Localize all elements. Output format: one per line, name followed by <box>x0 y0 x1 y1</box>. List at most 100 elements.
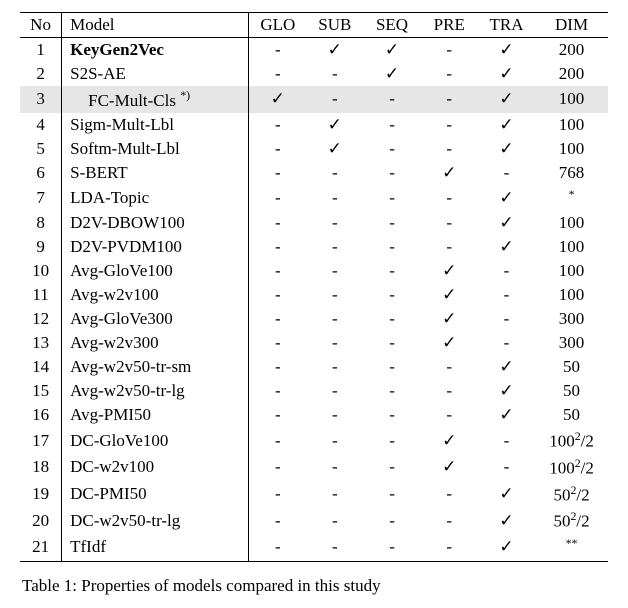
cell-model: D2V-PVDM100 <box>62 235 249 259</box>
cell-seq: - <box>363 307 420 331</box>
cell-dim: ** <box>535 534 608 561</box>
table-row: 2S2S-AE--✓-✓200 <box>20 62 608 86</box>
cell-sub: - <box>306 355 363 379</box>
cell-pre: - <box>421 355 478 379</box>
cell-model: FC-Mult-Cls *) <box>62 86 249 113</box>
cell-model: Avg-w2v300 <box>62 331 249 355</box>
cell-sub: - <box>306 481 363 508</box>
cell-no: 13 <box>20 331 62 355</box>
cell-seq: - <box>363 331 420 355</box>
header-pre: PRE <box>421 13 478 38</box>
header-model: Model <box>62 13 249 38</box>
cell-tra: ✓ <box>478 534 535 561</box>
cell-sub: - <box>306 507 363 534</box>
cell-glo: - <box>249 235 306 259</box>
cell-dim: 200 <box>535 38 608 63</box>
cell-glo: - <box>249 307 306 331</box>
cell-sub: - <box>306 403 363 427</box>
cell-no: 20 <box>20 507 62 534</box>
cell-model: DC-w2v100 <box>62 454 249 481</box>
cell-dim: 768 <box>535 161 608 185</box>
cell-tra: ✓ <box>478 86 535 113</box>
cell-tra: ✓ <box>478 235 535 259</box>
cell-model: D2V-DBOW100 <box>62 211 249 235</box>
cell-sub: - <box>306 161 363 185</box>
cell-tra: ✓ <box>478 137 535 161</box>
cell-model: Avg-PMI50 <box>62 403 249 427</box>
cell-seq: - <box>363 427 420 454</box>
cell-model: S-BERT <box>62 161 249 185</box>
cell-model: DC-PMI50 <box>62 481 249 508</box>
table-row: 5Softm-Mult-Lbl-✓--✓100 <box>20 137 608 161</box>
cell-model: Avg-GloVe300 <box>62 307 249 331</box>
model-properties-table: No Model GLO SUB SEQ PRE TRA DIM 1KeyGen… <box>20 12 608 562</box>
cell-model: Avg-w2v100 <box>62 283 249 307</box>
header-tra: TRA <box>478 13 535 38</box>
cell-glo: - <box>249 259 306 283</box>
cell-glo: - <box>249 534 306 561</box>
table-row: 9D2V-PVDM100----✓100 <box>20 235 608 259</box>
cell-model: KeyGen2Vec <box>62 38 249 63</box>
cell-model: LDA-Topic <box>62 185 249 212</box>
cell-glo: - <box>249 481 306 508</box>
cell-glo: - <box>249 454 306 481</box>
cell-tra: ✓ <box>478 507 535 534</box>
cell-pre: ✓ <box>421 283 478 307</box>
cell-pre: ✓ <box>421 454 478 481</box>
cell-dim: 1002/2 <box>535 454 608 481</box>
table-row: 13Avg-w2v300---✓-300 <box>20 331 608 355</box>
cell-dim: 50 <box>535 403 608 427</box>
cell-model: Avg-w2v50-tr-lg <box>62 379 249 403</box>
cell-pre: - <box>421 62 478 86</box>
cell-glo: - <box>249 283 306 307</box>
cell-dim: 100 <box>535 235 608 259</box>
cell-no: 1 <box>20 38 62 63</box>
cell-tra: ✓ <box>478 185 535 212</box>
cell-seq: - <box>363 161 420 185</box>
table-row: 19DC-PMI50----✓502/2 <box>20 481 608 508</box>
cell-tra: ✓ <box>478 62 535 86</box>
cell-tra: ✓ <box>478 113 535 137</box>
cell-sub: - <box>306 427 363 454</box>
cell-glo: - <box>249 211 306 235</box>
cell-sub: - <box>306 534 363 561</box>
table-row: 18DC-w2v100---✓-1002/2 <box>20 454 608 481</box>
cell-dim: 100 <box>535 259 608 283</box>
cell-tra: - <box>478 161 535 185</box>
cell-sub: - <box>306 307 363 331</box>
cell-glo: - <box>249 427 306 454</box>
cell-glo: - <box>249 507 306 534</box>
cell-sub: - <box>306 235 363 259</box>
cell-dim: 100 <box>535 211 608 235</box>
cell-seq: - <box>363 137 420 161</box>
cell-pre: - <box>421 38 478 63</box>
cell-sub: - <box>306 454 363 481</box>
cell-no: 2 <box>20 62 62 86</box>
cell-no: 21 <box>20 534 62 561</box>
cell-pre: - <box>421 113 478 137</box>
cell-sub: - <box>306 283 363 307</box>
table-row: 20DC-w2v50-tr-lg----✓502/2 <box>20 507 608 534</box>
cell-seq: - <box>363 185 420 212</box>
cell-seq: - <box>363 534 420 561</box>
cell-pre: ✓ <box>421 307 478 331</box>
cell-tra: - <box>478 454 535 481</box>
cell-pre: - <box>421 86 478 113</box>
cell-glo: - <box>249 403 306 427</box>
header-seq: SEQ <box>363 13 420 38</box>
cell-model: S2S-AE <box>62 62 249 86</box>
cell-seq: - <box>363 379 420 403</box>
cell-sub: - <box>306 331 363 355</box>
cell-no: 8 <box>20 211 62 235</box>
cell-seq: - <box>363 259 420 283</box>
cell-model: TfIdf <box>62 534 249 561</box>
table-row: 1KeyGen2Vec-✓✓-✓200 <box>20 38 608 63</box>
cell-pre: - <box>421 137 478 161</box>
cell-dim: 200 <box>535 62 608 86</box>
cell-seq: - <box>363 355 420 379</box>
cell-seq: - <box>363 235 420 259</box>
cell-model: Softm-Mult-Lbl <box>62 137 249 161</box>
table-row: 21TfIdf----✓** <box>20 534 608 561</box>
cell-seq: - <box>363 86 420 113</box>
cell-tra: - <box>478 307 535 331</box>
